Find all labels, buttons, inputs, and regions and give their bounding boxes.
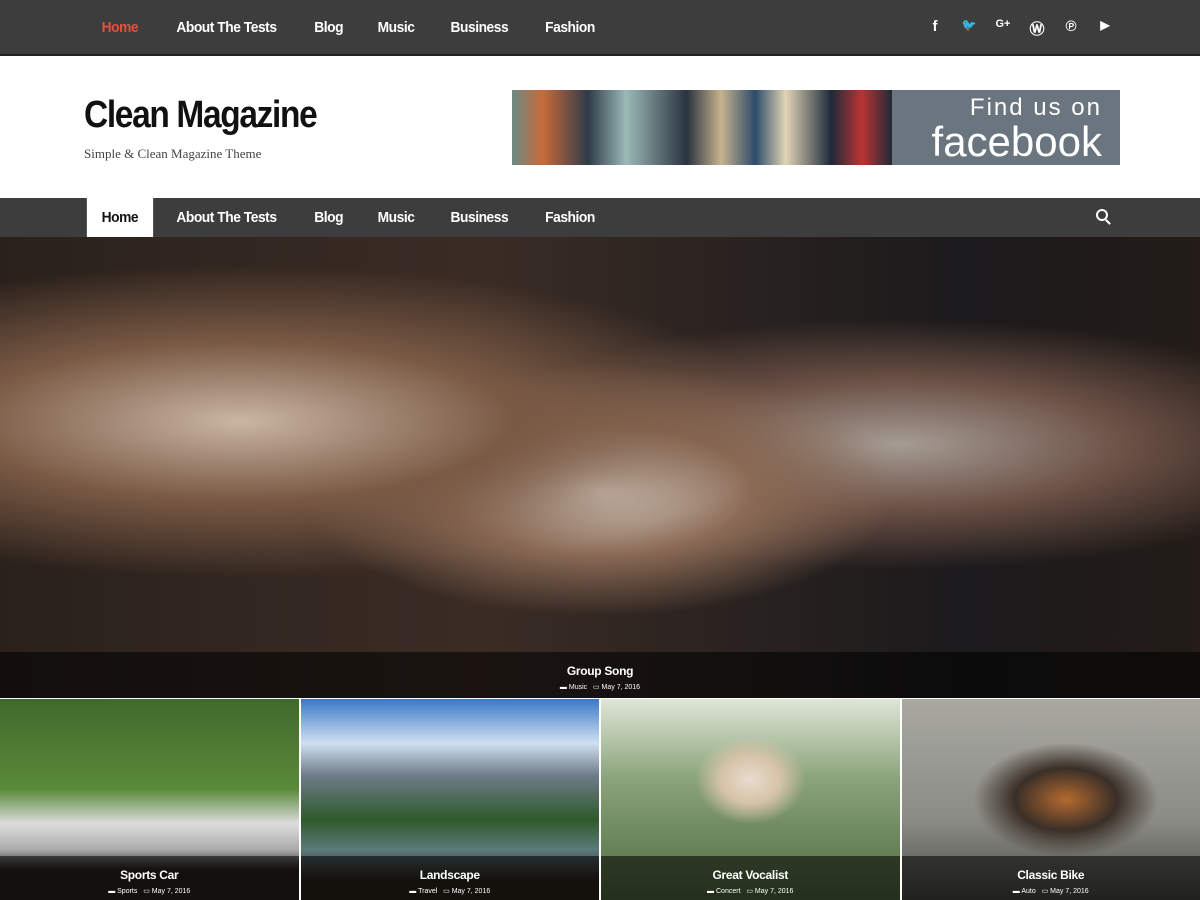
main-nav-fashion[interactable]: Fashion	[530, 198, 609, 237]
facebook-icon[interactable]: f	[926, 18, 944, 39]
post-category[interactable]: Concert	[716, 888, 741, 895]
post-date: May 7, 2016	[1050, 888, 1089, 895]
post-title[interactable]: Sports Car	[0, 868, 299, 882]
top-nav-about[interactable]: About The Tests	[161, 0, 291, 54]
magazines-image	[512, 90, 892, 165]
top-nav-music[interactable]: Music	[363, 0, 429, 54]
post-category[interactable]: Travel	[418, 888, 437, 895]
post-title[interactable]: Classic Bike	[902, 868, 1200, 882]
post-tile[interactable]: Classic Bike ▬ Auto ▭ May 7, 2016	[901, 699, 1200, 900]
post-meta: ▬ Concert ▭ May 7, 2016	[707, 888, 794, 895]
post-meta: ▬ Travel ▭ May 7, 2016	[409, 888, 491, 895]
facebook-banner[interactable]: Find us on facebook	[512, 90, 1120, 165]
hero-category[interactable]: Music	[569, 684, 587, 691]
top-nav-fashion[interactable]: Fashion	[530, 0, 609, 54]
site-title[interactable]: Clean Magazine	[84, 94, 318, 137]
site-header: Clean Magazine Simple & Clean Magazine T…	[0, 56, 1200, 198]
post-date: May 7, 2016	[754, 888, 794, 895]
hero-caption: Group Song ▬ Music ▭ May 7, 2016	[0, 652, 1200, 698]
search-icon[interactable]	[1096, 209, 1108, 221]
post-title[interactable]: Great Vocalist	[601, 868, 900, 882]
top-nav-business[interactable]: Business	[436, 0, 523, 54]
hero-date: May 7, 2016	[601, 684, 641, 691]
main-nav-bar: Home About The Tests Blog Music Business…	[0, 198, 1200, 237]
post-date: May 7, 2016	[451, 888, 491, 895]
featured-posts: Sports Car ▬ Sports ▭ May 7, 2016 Landsca…	[0, 699, 1200, 900]
post-title[interactable]: Landscape	[301, 868, 600, 882]
facebook-banner-text: Find us on facebook	[892, 90, 1120, 165]
post-category[interactable]: Sports	[117, 888, 137, 895]
main-nav-home[interactable]: Home	[86, 198, 153, 237]
hero-meta: ▬ Music ▭ May 7, 2016	[559, 684, 641, 691]
youtube-icon[interactable]: ▶	[1096, 18, 1114, 39]
post-meta: ▬ Sports ▭ May 7, 2016	[108, 888, 191, 895]
main-nav-music[interactable]: Music	[363, 198, 429, 237]
main-nav-business[interactable]: Business	[436, 198, 523, 237]
banner-line2: facebook	[931, 118, 1102, 165]
google-plus-icon[interactable]: G+	[994, 18, 1012, 39]
main-nav: Home About The Tests Blog Music Business…	[84, 198, 613, 237]
site-tagline: Simple & Clean Magazine Theme	[84, 146, 262, 161]
post-category[interactable]: Auto	[1021, 888, 1035, 895]
post-date: May 7, 2016	[151, 888, 191, 895]
top-nav: Home About The Tests Blog Music Business…	[84, 0, 613, 54]
top-nav-blog[interactable]: Blog	[299, 0, 357, 54]
wordpress-icon[interactable]: Ⓦ	[1028, 18, 1046, 39]
top-bar: Home About The Tests Blog Music Business…	[0, 0, 1200, 56]
twitter-icon[interactable]: 🐦	[960, 18, 978, 39]
post-tile[interactable]: Sports Car ▬ Sports ▭ May 7, 2016	[0, 699, 299, 900]
main-nav-blog[interactable]: Blog	[299, 198, 357, 237]
post-tile[interactable]: Landscape ▬ Travel ▭ May 7, 2016	[300, 699, 600, 900]
social-links: f 🐦 G+ Ⓦ ℗ ▶	[926, 18, 1114, 39]
post-meta: ▬ Auto ▭ May 7, 2016	[1012, 888, 1089, 895]
post-tile[interactable]: Great Vocalist ▬ Concert ▭ May 7, 2016	[601, 699, 900, 900]
hero-title[interactable]: Group Song	[0, 664, 1200, 678]
pinterest-icon[interactable]: ℗	[1062, 18, 1080, 39]
hero-slide[interactable]: Group Song ▬ Music ▭ May 7, 2016	[0, 237, 1200, 698]
top-nav-home[interactable]: Home	[87, 0, 153, 54]
main-nav-about[interactable]: About The Tests	[161, 198, 291, 237]
